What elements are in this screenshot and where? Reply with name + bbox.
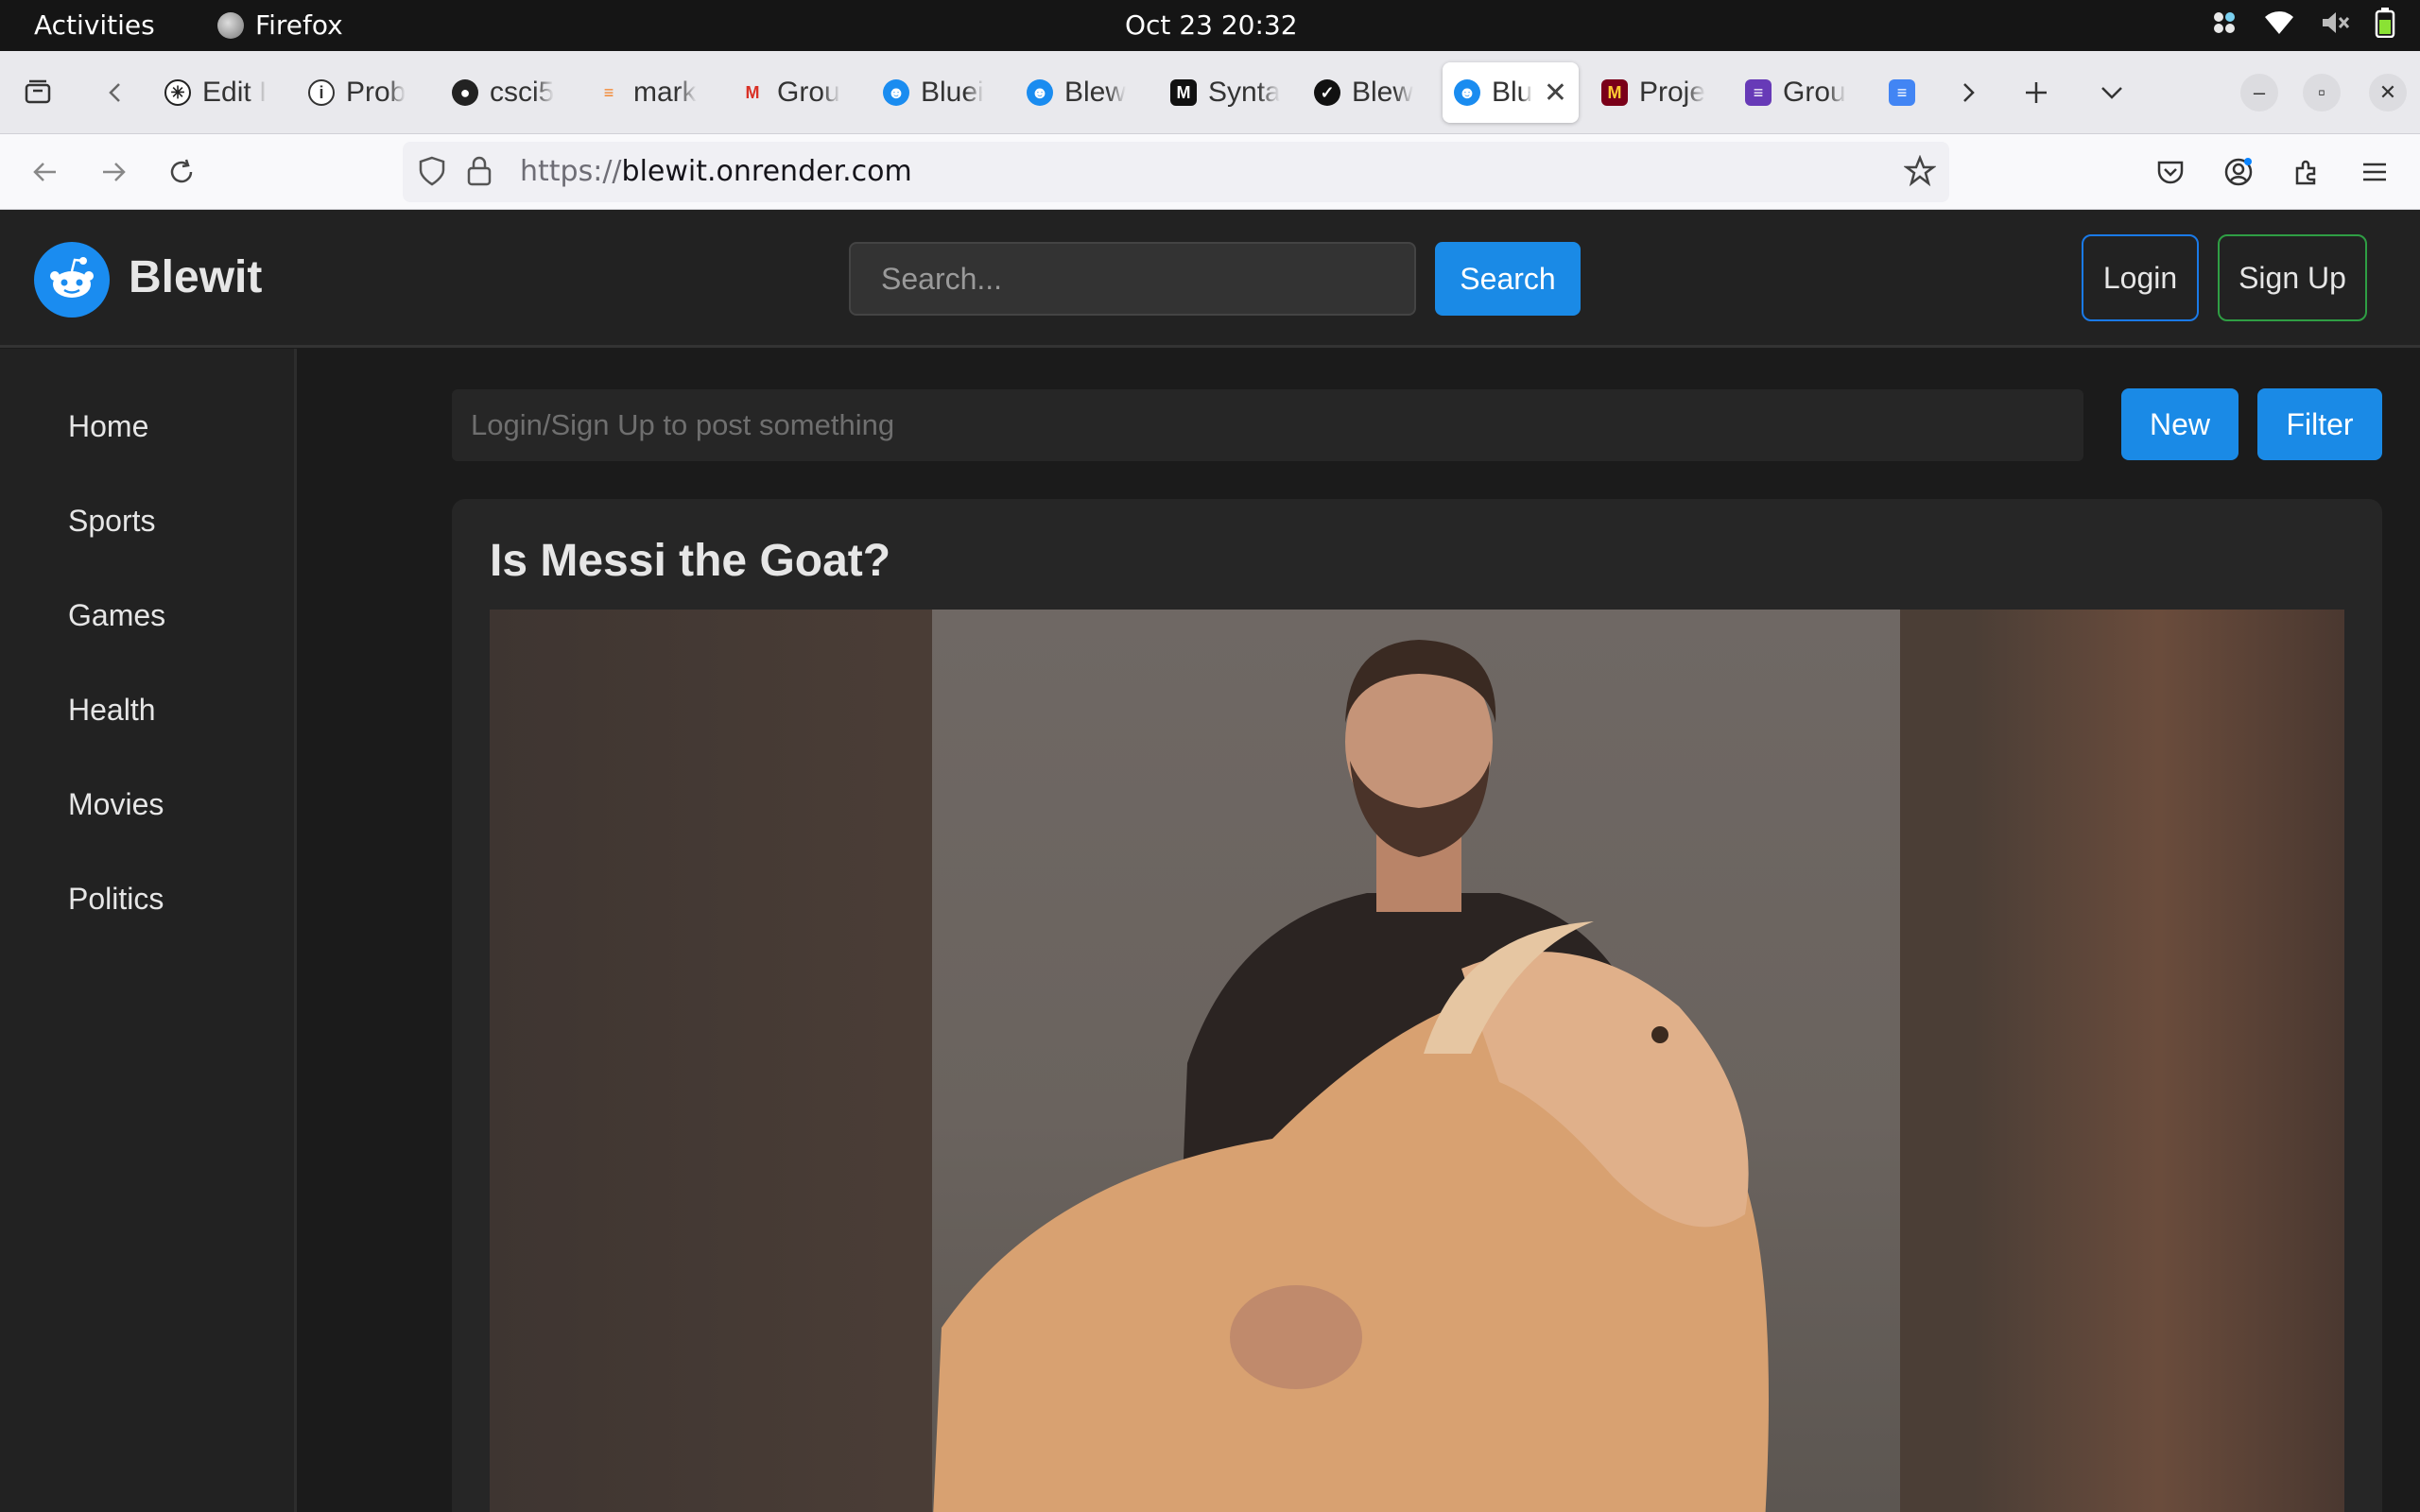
system-tray[interactable] [2210,8,2395,38]
reddit-icon: ☻ [883,79,909,106]
reddit-icon: ☻ [1027,79,1053,106]
render-icon: ✓ [1314,79,1340,106]
close-window-icon[interactable]: ✕ [2369,74,2407,112]
tab-12[interactable]: ≡D [1877,62,1938,123]
reload-icon[interactable] [159,149,204,195]
back-icon[interactable] [23,149,68,195]
url-text[interactable]: https://blewit.onrender.com [520,155,912,188]
sidebar-item-movies[interactable]: Movies [68,787,164,822]
scroll-tabs-left-icon[interactable] [93,70,138,115]
m-icon: M [1170,79,1197,106]
tab-5[interactable]: ☻ Bluei [872,62,1004,123]
url-scheme: https:// [520,155,622,188]
scroll-tabs-right-icon[interactable] [1945,70,1991,115]
system-top-bar: Activities Firefox Oct 23 20:32 [0,0,2420,51]
tab-6[interactable]: ☻ Blew [1015,62,1148,123]
firefox-icon [217,11,244,39]
menu-icon[interactable] [2352,149,2397,195]
bookmark-star-icon[interactable] [1903,154,1937,192]
firefox-view-icon[interactable] [15,70,60,115]
app-name: Firefox [255,9,343,41]
battery-icon [2375,8,2395,38]
new-tab-icon[interactable] [2014,70,2059,115]
volume-muted-icon [2320,9,2350,36]
post-title[interactable]: Is Messi the Goat? [490,535,890,587]
app-menu[interactable]: Firefox [217,9,343,41]
tab-3[interactable]: ≡ mark [584,62,717,123]
site-brand[interactable]: Blewit [129,251,262,303]
lock-icon[interactable] [465,155,493,192]
extensions-icon[interactable] [2284,149,2329,195]
tab-11[interactable]: ≡ Grou [1734,62,1866,123]
docs-icon: ≡ [1889,79,1915,106]
activities-button[interactable]: Activities [34,9,155,41]
forward-icon[interactable] [91,149,136,195]
tab-2[interactable]: ● csci5 [441,62,573,123]
filter-button[interactable]: Filter [2257,388,2382,460]
tab-0[interactable]: ✳ Edit I [153,62,285,123]
login-button[interactable]: Login [2082,234,2199,321]
signup-button[interactable]: Sign Up [2218,234,2367,321]
sidebar-item-politics[interactable]: Politics [68,882,164,917]
openai-icon: ✳ [164,79,191,106]
gmail-icon: M [745,82,760,102]
url-host: blewit.onrender.com [621,155,912,188]
list-all-tabs-icon[interactable] [2089,70,2135,115]
pocket-icon[interactable] [2148,149,2193,195]
forms-icon: ≡ [1745,79,1772,106]
nav-toolbar: https://blewit.onrender.com [0,134,2420,210]
stackoverflow-icon: ≡ [603,82,614,102]
reddit-icon: ☻ [1454,79,1480,106]
new-post-input[interactable] [452,389,2083,461]
minimize-icon[interactable]: – [2240,74,2278,112]
tab-1[interactable]: i Prob [297,62,429,123]
tab-8[interactable]: ✓ Blew [1303,62,1435,123]
tab-4[interactable]: M Grou [728,62,860,123]
blewit-logo-icon[interactable] [34,242,110,318]
sidebar-item-health[interactable]: Health [68,693,156,728]
new-button[interactable]: New [2121,388,2238,460]
close-tab-icon[interactable]: ✕ [1544,77,1567,110]
umn-icon: M [1601,79,1628,106]
clock[interactable]: Oct 23 20:32 [1125,9,1298,41]
sidebar: Home Sports Games Health Movies Politics [0,349,297,1512]
tab-strip: ✳ Edit I i Prob ● csci5 ≡ mark M Grou ☻ Bluei … [0,51,2420,134]
post-photo [932,610,1900,1512]
sidebar-item-sports[interactable]: Sports [68,504,155,539]
post-card[interactable]: Is Messi the Goat? [452,499,2382,1512]
url-bar[interactable]: https://blewit.onrender.com [403,142,1949,202]
account-icon[interactable] [2216,149,2261,195]
tab-active[interactable]: ☻ Blu ✕ [1443,62,1579,123]
wifi-icon [2263,9,2295,36]
search-button[interactable]: Search [1435,242,1581,316]
maximize-icon[interactable]: ▫ [2303,74,2341,112]
slack-icon [2210,9,2238,37]
post-image[interactable] [490,610,2344,1512]
tracking-protection-icon[interactable] [416,155,448,192]
tab-10[interactable]: M Proje [1590,62,1722,123]
github-icon: ● [452,79,478,106]
tab-7[interactable]: M Synta [1159,62,1291,123]
sidebar-item-games[interactable]: Games [68,598,165,633]
info-icon: i [308,79,335,106]
site-header: Blewit Search Login Sign Up [0,210,2420,348]
sidebar-item-home[interactable]: Home [68,409,148,444]
search-input[interactable] [849,242,1416,316]
